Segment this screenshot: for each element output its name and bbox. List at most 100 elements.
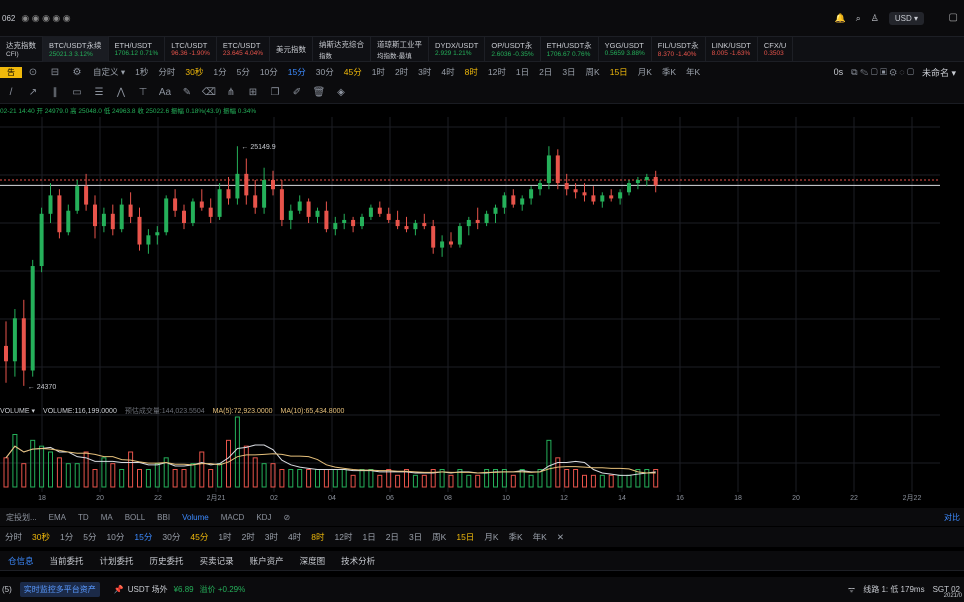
shirt-icon[interactable]: ♙	[871, 13, 879, 24]
timeframe-option-secondary[interactable]: 5分	[78, 531, 101, 543]
ticker-item[interactable]: LTC/USDT 96.36 -1.90%	[165, 36, 217, 62]
alert-tag[interactable]: 告	[0, 66, 22, 78]
indicator-tab[interactable]: KDJ	[250, 513, 277, 522]
pin-icon[interactable]: 📌	[114, 585, 124, 594]
text-tool-icon[interactable]: Aa	[154, 87, 176, 98]
ticker-item[interactable]: ETH/USDT永 1706.67 0.76%	[541, 36, 599, 62]
ticker-item[interactable]: 纳斯达克综合 指数	[313, 36, 372, 62]
timeframe-option-secondary[interactable]: 30分	[157, 531, 185, 543]
timeframe-option-secondary[interactable]: 月K	[479, 531, 503, 543]
timeframe-option-secondary[interactable]: 年K	[528, 531, 552, 543]
ticker-item[interactable]: OP/USDT永 2.6036 -0.35%	[485, 36, 541, 62]
ticker-item[interactable]: ETC/USDT 23.645 4.04%	[217, 36, 271, 62]
timeframe-option-secondary[interactable]: 15分	[129, 531, 157, 543]
ticker-item[interactable]: BTC/USDT永续 25021.3 3.12%	[43, 36, 109, 62]
timeframe-option-secondary[interactable]: 15日	[451, 531, 479, 543]
timeframe-option[interactable]: 2时	[390, 66, 413, 78]
clear-icon[interactable]: ◈	[330, 87, 352, 98]
indicator-tab[interactable]: ⊘	[277, 513, 296, 522]
asset-monitor-badge[interactable]: 实时监控多平台资产	[19, 582, 100, 597]
timeframe-option-secondary[interactable]: 1分	[55, 531, 78, 543]
indicator-tab[interactable]: BOLL	[119, 513, 151, 522]
timeframe-option-secondary[interactable]: 45分	[185, 531, 213, 543]
timeframe-option[interactable]: 年K	[681, 66, 705, 78]
timeframe-option-secondary[interactable]: 季K	[503, 531, 527, 543]
timeframe-option[interactable]: 2日	[534, 66, 557, 78]
bottom-tab[interactable]: 当前委托	[42, 555, 92, 567]
line-tool-icon[interactable]: /	[0, 87, 22, 98]
chart-tools-icons[interactable]: ⧉ ✎ ▢ ▣ ⚙ ◌ ▢	[851, 67, 914, 78]
compare-button[interactable]: 对比	[944, 512, 960, 523]
timeframe-option-secondary[interactable]: 3日	[404, 531, 427, 543]
indicator-tab[interactable]: 定投划...	[0, 512, 43, 523]
indicator-tab[interactable]: MACD	[215, 513, 251, 522]
ticker-item[interactable]: FIL/USDT永 8.370 -1.40%	[652, 36, 706, 62]
bottom-tab[interactable]: 计划委托	[92, 555, 142, 567]
currency-select[interactable]: USD ▾	[888, 11, 924, 25]
timeframe-option[interactable]: 5分	[232, 66, 255, 78]
pattern-tool-icon[interactable]: ⋀	[110, 87, 132, 98]
nav-icons[interactable]: ◉ ◉ ◉ ◉ ◉	[21, 13, 70, 24]
timeframe-option-secondary[interactable]: 2时	[237, 531, 260, 543]
ticker-item[interactable]: 道琼斯工业平 均指数-最填	[371, 36, 430, 62]
volume-select[interactable]: VOLUME ▾	[0, 407, 35, 415]
timeframe-option[interactable]: 15日	[605, 66, 633, 78]
fib-tool-icon[interactable]: ☰	[88, 87, 110, 98]
search-icon[interactable]: ⌕	[856, 13, 861, 24]
timeframe-option[interactable]: 1秒	[130, 66, 153, 78]
timeframe-option-secondary[interactable]: 12时	[330, 531, 358, 543]
timeframe-option[interactable]: 分时	[153, 66, 180, 78]
timeframe-option[interactable]: 3日	[557, 66, 580, 78]
ticker-item[interactable]: YGG/USDT 0.5659 3.88%	[599, 36, 652, 62]
timeframe-option[interactable]: 季K	[657, 66, 681, 78]
ticker-item[interactable]: 美元指数	[270, 36, 314, 62]
settings-icon[interactable]: ⚙	[66, 67, 88, 78]
channel-tool-icon[interactable]: ∥	[44, 87, 66, 98]
price-chart[interactable]: ← 25149.9 ← 24370 18 20 22 2月21 02 04 06 08 10 12 14…	[0, 117, 940, 502]
indicator-tab[interactable]: Volume	[176, 513, 215, 522]
eraser-tool-icon[interactable]: ⌫	[198, 87, 220, 98]
shape-tool-icon[interactable]: ▭	[66, 87, 88, 98]
indicator-tab[interactable]: TD	[72, 513, 95, 522]
timeframe-option-secondary[interactable]: 2日	[381, 531, 404, 543]
bottom-tab[interactable]: 历史委托	[142, 555, 192, 567]
bottom-tab[interactable]: 仓信息	[0, 555, 42, 567]
bottom-tab[interactable]: 深度图	[292, 555, 334, 567]
timeframe-option[interactable]: 1分	[208, 66, 231, 78]
indicator-tab[interactable]: EMA	[43, 513, 72, 522]
timeframe-option[interactable]: 3时	[413, 66, 436, 78]
network-line[interactable]: 线路 1: 低 179ms	[863, 584, 924, 595]
timeframe-option-secondary[interactable]: 1时	[213, 531, 236, 543]
ticker-item[interactable]: ETH/USDT 1706.12 0.71%	[109, 36, 166, 62]
timeframe-option[interactable]: 4时	[436, 66, 459, 78]
timeframe-option[interactable]: 周K	[581, 66, 605, 78]
magnet-icon[interactable]: ⋔	[220, 87, 242, 98]
timeframe-option-secondary[interactable]: 10分	[101, 531, 129, 543]
timeframe-option[interactable]: 8时	[460, 66, 483, 78]
timeframe-option-secondary[interactable]: 30秒	[27, 531, 55, 543]
timeframe-option-secondary[interactable]: 1日	[357, 531, 380, 543]
timeframe-option-secondary[interactable]: 8时	[306, 531, 329, 543]
bottom-tab[interactable]: 买卖记录	[192, 555, 242, 567]
bottom-tab[interactable]: 技术分析	[333, 555, 383, 567]
timeframe-option-secondary[interactable]: 4时	[283, 531, 306, 543]
timeframe-option[interactable]: 10分	[255, 66, 283, 78]
ray-tool-icon[interactable]: ↗	[22, 87, 44, 98]
ticker-item[interactable]: 达克指数 CFI)	[0, 36, 43, 62]
ticker-item[interactable]: CFX/U 0.3503	[758, 36, 794, 62]
layout-select[interactable]: 未命名 ▾	[922, 66, 956, 79]
timeframe-option-secondary[interactable]: ✕	[552, 532, 569, 543]
timeframe-option[interactable]: 15分	[283, 66, 311, 78]
timeframe-option-secondary[interactable]: 3时	[260, 531, 283, 543]
indicator-tab[interactable]: BBI	[151, 513, 176, 522]
window-icon[interactable]: ▢	[949, 12, 958, 23]
timeframe-option[interactable]: 1日	[511, 66, 534, 78]
edit-icon[interactable]: ✐	[286, 87, 308, 98]
star-icon[interactable]: ⊙	[22, 67, 44, 78]
timeframe-option[interactable]: 30分	[311, 66, 339, 78]
timeframe-option[interactable]: 月K	[633, 66, 657, 78]
ruler-icon[interactable]: ⊞	[242, 87, 264, 98]
ticker-item[interactable]: DYDX/USDT 2.929 1.21%	[429, 36, 486, 62]
timeframe-option[interactable]: 12时	[483, 66, 511, 78]
measure-tool-icon[interactable]: ⊤	[132, 87, 154, 98]
